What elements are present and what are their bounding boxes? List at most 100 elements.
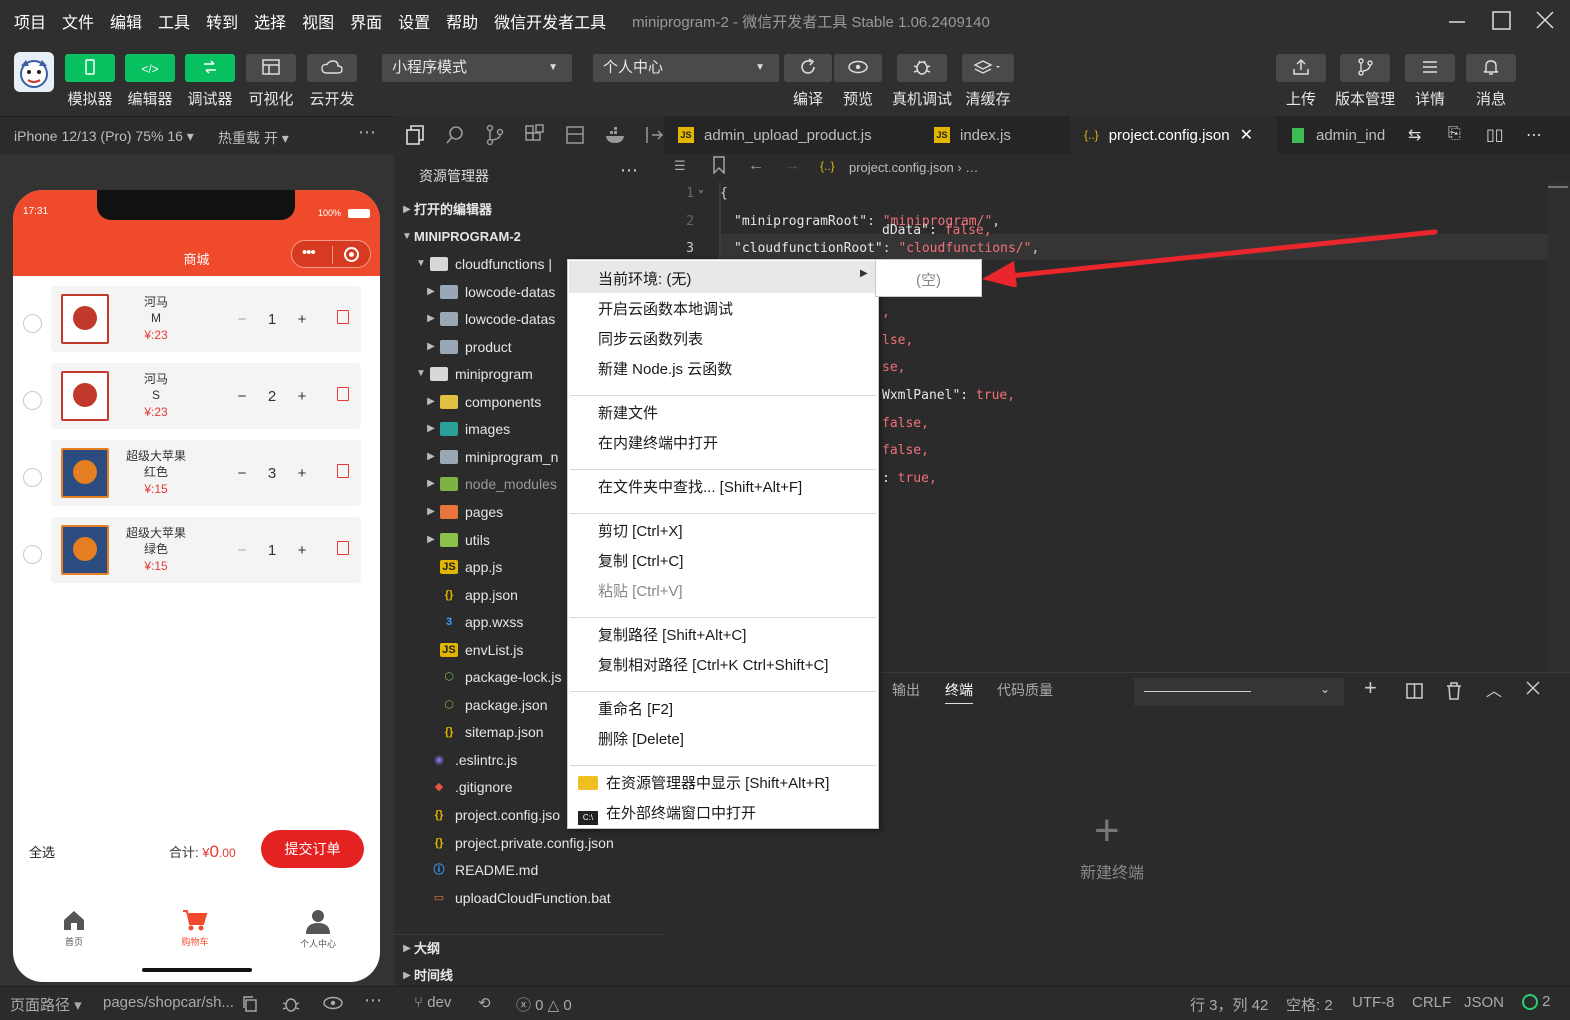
compare-icon[interactable]: ⇆: [1408, 125, 1421, 145]
indentation[interactable]: 空格: 2: [1286, 994, 1333, 1015]
context-menu-item[interactable]: 新建 Node.js 云函数: [598, 358, 732, 379]
tree-folder[interactable]: ▶ components: [424, 389, 541, 415]
scroll-thumb[interactable]: [1548, 186, 1568, 188]
close-panel-icon[interactable]: [1526, 681, 1540, 698]
page-path[interactable]: pages/shopcar/sh...: [103, 994, 234, 1011]
increase-button[interactable]: +: [287, 542, 317, 559]
notifications[interactable]: 2: [1522, 993, 1551, 1011]
tree-file[interactable]: ◉ .eslintrc.js: [414, 747, 517, 773]
tree-folder[interactable]: ▶ pages: [424, 499, 503, 525]
item-checkbox[interactable]: [23, 314, 42, 333]
context-menu-item[interactable]: 复制相对路径 [Ctrl+K Ctrl+Shift+C]: [598, 654, 828, 675]
empty-env-item[interactable]: (空): [876, 269, 981, 290]
increase-button[interactable]: +: [287, 311, 317, 328]
menu-item[interactable]: 编辑: [110, 9, 142, 33]
product-image[interactable]: [61, 294, 109, 344]
quantity-value[interactable]: 1: [257, 542, 287, 559]
debug-toggle-button[interactable]: [185, 54, 235, 82]
tree-folder[interactable]: ▶ miniprogram_n: [424, 444, 558, 470]
capsule-menu[interactable]: •••: [291, 240, 371, 268]
product-image[interactable]: [61, 371, 109, 421]
delete-icon[interactable]: [337, 387, 349, 401]
copy-icon[interactable]: [242, 996, 258, 1016]
back-arrow-icon[interactable]: ←: [748, 157, 764, 175]
storage-icon[interactable]: [564, 124, 586, 149]
open-editors-section[interactable]: ▶ 打开的编辑器: [400, 197, 492, 223]
bug-button[interactable]: [897, 54, 947, 82]
menu-item[interactable]: 设置: [398, 9, 430, 33]
bell-button[interactable]: [1466, 54, 1516, 82]
tab-output[interactable]: 输出: [892, 680, 920, 700]
product-image[interactable]: [61, 525, 109, 575]
context-menu-item[interactable]: 新建文件: [598, 402, 658, 423]
context-menu-item[interactable]: 在资源管理器中显示 [Shift+Alt+R]: [578, 772, 829, 793]
more-icon[interactable]: ⋯: [364, 990, 382, 1011]
context-menu-item[interactable]: C:\ 在外部终端窗口中打开: [578, 802, 756, 825]
eye-button[interactable]: [834, 54, 882, 82]
decrease-button[interactable]: −: [227, 465, 257, 482]
avatar[interactable]: [14, 52, 54, 92]
phone-button[interactable]: [65, 54, 115, 82]
delete-icon[interactable]: [337, 464, 349, 478]
context-menu-item[interactable]: 复制路径 [Shift+Alt+C]: [598, 624, 746, 645]
increase-button[interactable]: +: [287, 388, 317, 405]
context-menu-item[interactable]: 删除 [Delete]: [598, 728, 684, 749]
menu-button[interactable]: [1405, 54, 1455, 82]
maximize-icon[interactable]: [1488, 8, 1514, 34]
context-menu-item[interactable]: 剪切 [Ctrl+X]: [598, 520, 683, 541]
eol[interactable]: CRLF: [1412, 994, 1451, 1011]
menu-item[interactable]: 视图: [302, 9, 334, 33]
minimize-icon[interactable]: [1444, 8, 1470, 34]
sync-icon[interactable]: ⟲: [478, 994, 491, 1012]
increase-button[interactable]: +: [287, 465, 317, 482]
mode-select[interactable]: 小程序模式 ▼: [382, 54, 572, 82]
editor-tab[interactable]: JS index.js: [920, 116, 1069, 154]
tree-file[interactable]: ⬡ package-lock.js: [424, 664, 561, 690]
cursor-position[interactable]: 行 3，列 42: [1190, 994, 1268, 1015]
context-menu-item[interactable]: 当前环境: (无): [598, 268, 691, 289]
hot-reload-toggle[interactable]: 热重载 开 ▾: [218, 128, 289, 148]
refresh-button[interactable]: [784, 54, 832, 82]
more-icon[interactable]: ⋯: [620, 160, 638, 181]
tree-folder[interactable]: ▼ cloudfunctions |: [414, 251, 552, 277]
context-menu-item[interactable]: 开启云函数本地调试: [598, 298, 733, 319]
language-mode[interactable]: JSON: [1464, 994, 1504, 1011]
open-preview-icon[interactable]: ⎘: [1448, 125, 1461, 143]
terminal-select[interactable]: ⌄: [1134, 678, 1344, 706]
tree-file[interactable]: {} sitemap.json: [424, 719, 544, 745]
new-terminal-plus-icon[interactable]: +: [1094, 809, 1120, 853]
split-editor-icon[interactable]: ▯▯: [1486, 125, 1504, 145]
context-menu-item[interactable]: 同步云函数列表: [598, 328, 703, 349]
close-tab-icon[interactable]: ✕: [1240, 125, 1253, 145]
tab-home[interactable]: 首页: [53, 908, 95, 948]
tree-folder[interactable]: ▶ product: [424, 334, 512, 360]
tree-file[interactable]: 3 app.wxss: [424, 609, 523, 635]
fold-chevron-icon[interactable]: ⌄: [698, 184, 704, 195]
tree-folder[interactable]: ▶ node_modules: [424, 471, 557, 497]
layout-button[interactable]: [246, 54, 296, 82]
menu-item[interactable]: 帮助: [446, 9, 478, 33]
search-icon[interactable]: [444, 124, 466, 149]
tree-folder[interactable]: ▶ images: [424, 416, 510, 442]
tree-file[interactable]: ⬡ package.json: [424, 692, 547, 718]
delete-icon[interactable]: [337, 310, 349, 324]
page-select[interactable]: 个人中心 ▼: [593, 54, 779, 82]
docker-icon[interactable]: [604, 124, 626, 149]
more-icon[interactable]: ⋯: [358, 122, 376, 143]
menu-item[interactable]: 项目: [14, 9, 46, 33]
decrease-button[interactable]: −: [227, 311, 257, 328]
encoding[interactable]: UTF-8: [1352, 994, 1395, 1011]
quantity-value[interactable]: 3: [257, 465, 287, 482]
layers-button[interactable]: [962, 54, 1014, 82]
context-menu-item[interactable]: 在内建终端中打开: [598, 432, 718, 453]
item-checkbox[interactable]: [23, 545, 42, 564]
select-all-label[interactable]: 全选: [29, 842, 55, 861]
tree-file[interactable]: ◆ .gitignore: [414, 774, 513, 800]
tree-file[interactable]: {} app.json: [424, 582, 518, 608]
problems-indicator[interactable]: ⓧ 0 △ 0: [516, 994, 572, 1015]
editor-tab[interactable]: admin_ind: [1278, 116, 1398, 154]
submit-order-button[interactable]: 提交订单: [261, 830, 364, 868]
context-menu-item[interactable]: 粘贴 [Ctrl+V]: [598, 580, 683, 601]
chevron-up-icon[interactable]: ︿: [1486, 677, 1502, 701]
context-menu-item[interactable]: 重命名 [F2]: [598, 698, 673, 719]
